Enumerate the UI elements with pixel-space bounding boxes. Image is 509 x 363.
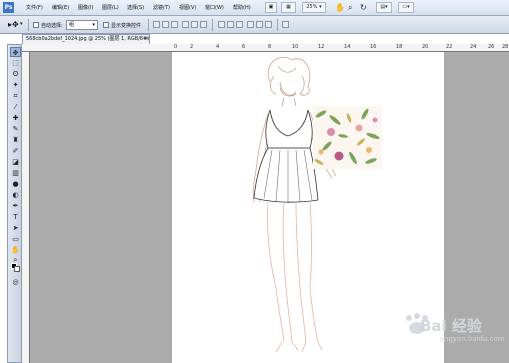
watermark-subtext: jingyan.baidu.com <box>440 335 505 343</box>
brush-tool-icon[interactable]: ✎ <box>10 124 21 134</box>
auto-select-checkbox[interactable] <box>33 22 39 28</box>
align-top-icon[interactable] <box>153 21 160 28</box>
view-extras-button[interactable]: ▦ <box>281 2 296 13</box>
align-right-icon[interactable] <box>200 21 207 28</box>
magic-wand-tool-icon[interactable]: ✦ <box>10 80 21 90</box>
align-hcenter-icon[interactable] <box>191 21 198 28</box>
distribute-right-icon[interactable] <box>265 21 272 28</box>
document-tab[interactable]: 568cb0a2bdef_1024.jpg @ 25% (图层 1, RGB/8… <box>22 34 150 44</box>
ruler-label: 6 <box>242 44 246 50</box>
menu-file[interactable]: 文件(F) <box>26 4 43 11</box>
separator <box>212 19 213 31</box>
menu-view[interactable]: 视图(V) <box>179 4 196 11</box>
history-brush-tool-icon[interactable]: ✐ <box>10 146 21 156</box>
ruler-label: 20 <box>422 44 429 50</box>
path-selection-tool-icon[interactable]: ➤ <box>10 223 21 233</box>
type-tool-icon[interactable]: T <box>10 212 21 222</box>
menu-filter[interactable]: 滤镜(T) <box>153 4 170 11</box>
quick-mask-icon[interactable]: ◎ <box>10 277 21 287</box>
ruler-label: 28 <box>502 44 509 50</box>
preset-dropdown-icon[interactable]: ▾ <box>20 21 23 27</box>
menu-image[interactable]: 图像(I) <box>78 4 93 11</box>
ruler-label: 10 <box>292 44 299 50</box>
auto-select-dropdown[interactable]: 组 ▾ <box>66 20 98 30</box>
blur-tool-icon[interactable]: ● <box>10 179 21 189</box>
distribute-left-icon[interactable] <box>247 21 254 28</box>
distribute-bottom-icon[interactable] <box>236 21 243 28</box>
align-vcenter-icon[interactable] <box>162 21 169 28</box>
auto-select-label: 自动选择: <box>41 23 63 29</box>
grid-icon: ▦ <box>286 4 291 10</box>
options-bar: ▸✥ ▾ 自动选择: 组 ▾ 显示变换控件 <box>0 16 509 34</box>
menu-window[interactable]: 窗口(W) <box>205 4 224 11</box>
ruler-label: 14 <box>344 44 351 50</box>
eyedropper-tool-icon[interactable]: ⁄ <box>10 102 21 112</box>
crop-tool-icon[interactable]: ⌗ <box>10 91 21 101</box>
healing-brush-tool-icon[interactable]: ✚ <box>10 113 21 123</box>
clone-stamp-tool-icon[interactable]: ♜ <box>10 135 21 145</box>
marquee-tool-icon[interactable]: ⬚ <box>10 58 21 68</box>
menu-help[interactable]: 帮助(H) <box>233 4 251 11</box>
shape-tool-icon[interactable]: ▭ <box>10 234 21 244</box>
floral-pattern-image[interactable] <box>313 106 382 169</box>
move-tool-icon[interactable]: ✥ <box>10 47 21 57</box>
menu-select[interactable]: 选择(S) <box>127 4 144 11</box>
close-icon[interactable]: × <box>145 36 149 42</box>
background-color-swatch[interactable] <box>14 266 20 272</box>
screen-mode-button[interactable]: ▭▾ <box>398 2 414 13</box>
arrange-documents-button[interactable]: ▤▾ <box>376 2 392 13</box>
ruler-label: 22 <box>446 44 453 50</box>
align-left-icon[interactable] <box>182 21 189 28</box>
bridge-button[interactable]: ▣ <box>265 2 277 13</box>
ruler-label: 0 <box>174 44 178 50</box>
ruler-label: 2 <box>190 44 194 50</box>
ruler-label: 18 <box>396 44 403 50</box>
eraser-tool-icon[interactable]: ◪ <box>10 157 21 167</box>
show-transform-label: 显示变换控件 <box>111 23 142 29</box>
menu-bar: Ps 文件(F) 编辑(E) 图像(I) 图层(L) 选择(S) 滤镜(T) 视… <box>0 0 509 16</box>
ruler-label: 26 <box>488 44 495 50</box>
bridge-icon: ▣ <box>268 4 274 10</box>
align-bottom-icon[interactable] <box>171 21 178 28</box>
hand-icon[interactable]: ✋ <box>335 3 345 12</box>
photoshop-logo[interactable]: Ps <box>3 2 14 13</box>
lasso-tool-icon[interactable]: ʘ <box>10 69 21 79</box>
separator <box>277 19 278 31</box>
zoom-icon[interactable]: ⌕ <box>348 3 352 12</box>
ruler-label: 24 <box>470 44 477 50</box>
ruler-label: 16 <box>370 44 377 50</box>
ruler-label: 4 <box>216 44 220 50</box>
show-transform-checkbox[interactable] <box>103 22 109 28</box>
distribute-hcenter-icon[interactable] <box>256 21 263 28</box>
ruler-vertical <box>22 52 30 363</box>
separator <box>148 19 149 31</box>
ruler-label: 8 <box>268 44 272 50</box>
distribute-vcenter-icon[interactable] <box>227 21 234 28</box>
rotate-view-icon[interactable]: ↻ <box>360 3 367 12</box>
zoom-level-select[interactable]: 25% ▾ <box>302 2 326 13</box>
ruler-label: 12 <box>318 44 325 50</box>
auto-align-layers-icon[interactable] <box>282 21 289 28</box>
pen-tool-icon[interactable]: ✒ <box>10 201 21 211</box>
auto-select-value: 组 <box>69 22 75 28</box>
watermark-text: Bai 经验 <box>420 317 482 335</box>
menu-layer[interactable]: 图层(L) <box>102 4 119 11</box>
hand-tool-icon[interactable]: ✋ <box>10 245 21 255</box>
zoom-level-value: 25% <box>306 4 318 10</box>
tools-panel: ✥ ⬚ ʘ ✦ ⌗ ⁄ ✚ ✎ ♜ ✐ ◪ ▥ ● ◐ ✒ T ➤ ▭ ✋ ⌕ … <box>7 44 22 363</box>
separator <box>28 19 29 31</box>
distribute-top-icon[interactable] <box>218 21 225 28</box>
dodge-tool-icon[interactable]: ◐ <box>10 190 21 200</box>
screen-mode-icon: ▭▾ <box>402 4 410 10</box>
move-tool-preset-icon[interactable]: ▸✥ <box>8 20 19 29</box>
gradient-tool-icon[interactable]: ▥ <box>10 168 21 178</box>
ruler-horizontal: 0 2 4 6 8 10 12 14 16 18 20 22 24 26 28 <box>22 44 509 52</box>
dropdown-arrow-icon: ▾ <box>92 22 95 28</box>
menu-edit[interactable]: 编辑(E) <box>52 4 69 11</box>
arrange-icon: ▤▾ <box>380 4 388 10</box>
